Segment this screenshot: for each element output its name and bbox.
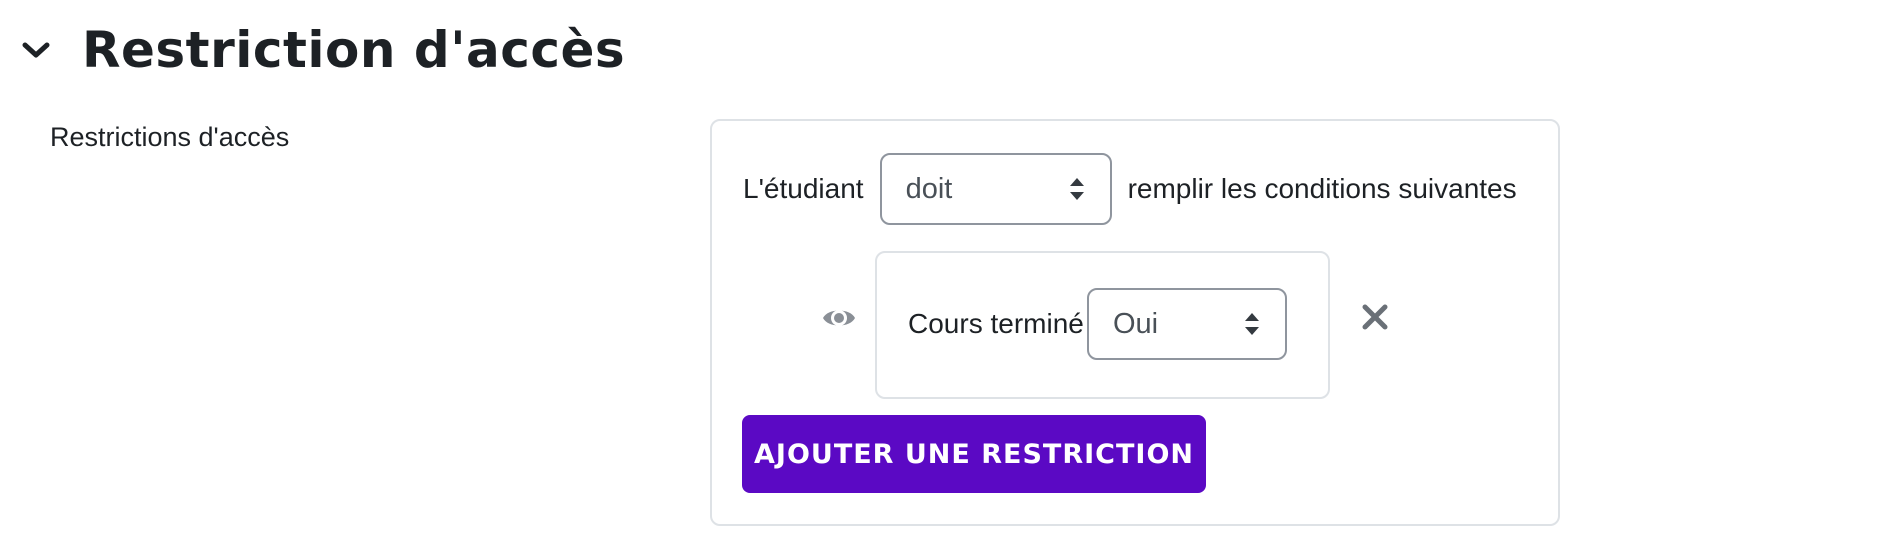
restriction-header-row: L'étudiant doit remplir les conditions s… — [743, 153, 1517, 225]
close-icon[interactable] — [1360, 302, 1390, 332]
conditions-suffix-label: remplir les conditions suivantes — [1127, 173, 1517, 204]
chevron-down-icon[interactable] — [20, 34, 52, 66]
add-restriction-button[interactable]: AJOUTER UNE RESTRICTION — [742, 415, 1206, 493]
section-header: Restriction d'accès — [20, 18, 625, 82]
eye-icon[interactable] — [822, 301, 856, 335]
sort-caret-icon — [1245, 313, 1259, 335]
requirement-select[interactable]: doit — [879, 153, 1112, 225]
student-prefix-label: L'étudiant — [743, 173, 864, 204]
condition-label: Cours terminé — [908, 308, 1084, 339]
requirement-select-value: doit — [905, 172, 953, 205]
section-title: Restriction d'accès — [82, 21, 626, 79]
field-label: Restrictions d'accès — [50, 122, 290, 152]
condition-value-select[interactable]: Oui — [1087, 288, 1287, 360]
condition-select-value: Oui — [1113, 307, 1159, 340]
sort-caret-icon — [1069, 178, 1084, 200]
